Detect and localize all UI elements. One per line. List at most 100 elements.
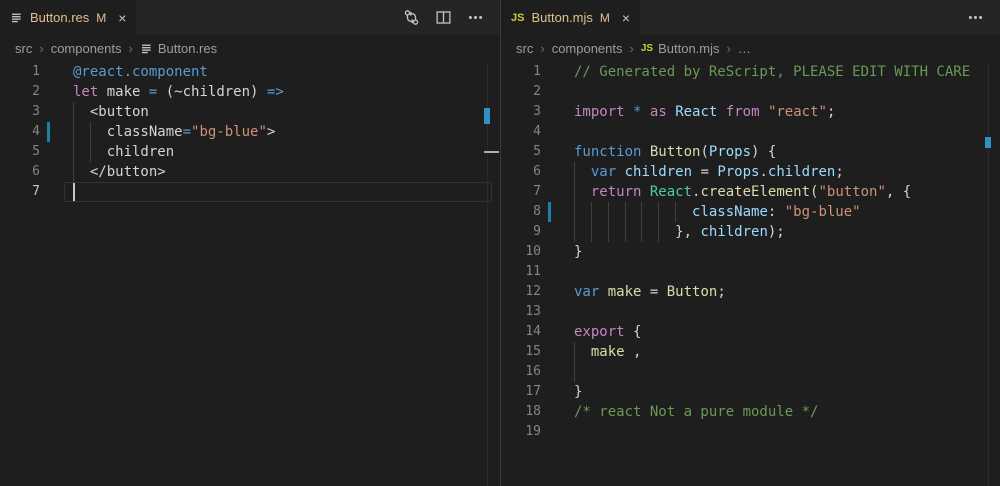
code-line-text[interactable]: import * as React from "react"; — [574, 102, 835, 122]
gutter-marker-slot — [541, 282, 553, 302]
code-line-text[interactable]: var make = Button; — [574, 282, 726, 302]
line-number[interactable]: 19 — [501, 422, 541, 442]
line-number[interactable]: 13 — [501, 302, 541, 322]
line-number[interactable]: 3 — [0, 102, 40, 122]
code-line-text[interactable]: <button — [73, 102, 149, 122]
code-line-text[interactable]: function Button(Props) { — [574, 142, 776, 162]
code-line-text[interactable]: } — [574, 242, 582, 262]
code-line-text[interactable]: export { — [574, 322, 641, 342]
line-number[interactable]: 14 — [501, 322, 541, 342]
tab-bar: JSButton.mjsM× — [501, 0, 1000, 35]
code-token: ; — [835, 164, 843, 180]
breadcrumb-item[interactable]: src — [516, 41, 533, 56]
code-token — [574, 164, 591, 180]
line-number[interactable]: 4 — [501, 122, 541, 142]
line-number[interactable]: 15 — [501, 342, 541, 362]
more-actions-icon[interactable] — [467, 9, 484, 26]
line-number[interactable]: 5 — [501, 142, 541, 162]
gutter-marker-slot — [40, 102, 52, 122]
code-token: children — [625, 164, 692, 180]
code-line-text[interactable]: return React.createElement("button", { — [574, 182, 911, 202]
code-token: > — [267, 124, 275, 140]
overview-ruler-modified-marker — [484, 108, 490, 124]
code-line-text[interactable]: // Generated by ReScript, PLEASE EDIT WI… — [574, 62, 970, 82]
line-number[interactable]: 12 — [501, 282, 541, 302]
breadcrumb-separator-icon: › — [39, 41, 43, 56]
close-icon[interactable]: × — [118, 11, 126, 25]
modified-line-marker — [548, 202, 551, 222]
code-line-text[interactable]: children — [73, 142, 174, 162]
modified-badge: M — [600, 11, 610, 25]
code-line-text[interactable]: let make = (~children) => — [73, 82, 284, 102]
breadcrumb-item[interactable]: components — [51, 41, 122, 56]
breadcrumb: src›components›JSButton.mjs›… — [501, 35, 1000, 62]
code-line-text[interactable]: </button> — [73, 162, 166, 182]
line-number[interactable]: 7 — [501, 182, 541, 202]
breadcrumb-item[interactable]: Button.res — [140, 41, 217, 56]
indent-guide-icon — [641, 222, 642, 242]
breadcrumb-item[interactable]: src — [15, 41, 32, 56]
code-line-text[interactable]: className: "bg-blue" — [574, 202, 861, 222]
gutter-marker-slot — [40, 142, 52, 162]
breadcrumb-separator-icon: › — [727, 41, 731, 56]
line-number[interactable]: 1 — [0, 62, 40, 82]
line-number[interactable]: 18 — [501, 402, 541, 422]
editor-tab[interactable]: Button.resM× — [0, 0, 136, 35]
line-number[interactable]: 2 — [0, 82, 40, 102]
line-number[interactable]: 9 — [501, 222, 541, 242]
indent-guide-icon — [90, 142, 91, 162]
code-line-text[interactable]: } — [574, 382, 582, 402]
code-line: 2 let make = (~children) => — [0, 82, 500, 102]
line-number[interactable]: 6 — [0, 162, 40, 182]
close-icon[interactable]: × — [622, 11, 630, 25]
code-line-text[interactable]: var children = Props.children; — [574, 162, 844, 182]
line-number[interactable]: 11 — [501, 262, 541, 282]
line-number[interactable]: 6 — [501, 162, 541, 182]
code-line: 2 — [501, 82, 1000, 102]
overview-ruler[interactable] — [487, 62, 488, 486]
line-number[interactable]: 10 — [501, 242, 541, 262]
code-token: make — [591, 344, 625, 360]
line-number[interactable]: 5 — [0, 142, 40, 162]
breadcrumb-item[interactable]: … — [738, 41, 751, 56]
line-number[interactable]: 4 — [0, 122, 40, 142]
breadcrumb-item[interactable]: components — [552, 41, 623, 56]
overview-ruler[interactable] — [988, 62, 989, 486]
code-line: 12 var make = Button; — [501, 282, 1000, 302]
code-token: ) { — [751, 144, 776, 160]
open-changes-icon[interactable] — [403, 9, 420, 26]
indent-guide-icon — [574, 162, 575, 182]
indent-guide-icon — [574, 202, 575, 222]
code-token — [717, 104, 725, 120]
code-token: = — [692, 164, 717, 180]
code-line: 9 }, children); — [501, 222, 1000, 242]
gutter-marker-slot — [40, 122, 52, 142]
line-number[interactable]: 1 — [501, 62, 541, 82]
code-token: ; — [717, 284, 725, 300]
tab-bar: Button.resM× — [0, 0, 500, 35]
line-number[interactable]: 3 — [501, 102, 541, 122]
line-number[interactable]: 7 — [0, 182, 40, 202]
code-line-text[interactable]: @react.component — [73, 62, 208, 82]
code-token: createElement — [700, 184, 810, 200]
gutter-marker-slot — [541, 142, 553, 162]
breadcrumb-item[interactable]: JSButton.mjs — [641, 41, 720, 56]
split-editor-icon[interactable] — [435, 9, 452, 26]
line-number[interactable]: 17 — [501, 382, 541, 402]
code-line-text[interactable]: /* react Not a pure module */ — [574, 402, 818, 422]
code-token: "bg-blue" — [191, 124, 267, 140]
line-number[interactable]: 8 — [501, 202, 541, 222]
code-line-text[interactable]: className="bg-blue"> — [73, 122, 275, 142]
line-number[interactable]: 16 — [501, 362, 541, 382]
code-line-text[interactable]: }, children); — [574, 222, 785, 242]
gutter-marker-slot — [541, 182, 553, 202]
tab-title: Button.mjs — [531, 10, 592, 25]
gutter-marker-slot — [40, 182, 52, 202]
code-line: 5 function Button(Props) { — [501, 142, 1000, 162]
line-number[interactable]: 2 — [501, 82, 541, 102]
code-line-text[interactable]: make , — [574, 342, 641, 362]
more-actions-icon[interactable] — [967, 9, 984, 26]
indent-guide-icon — [625, 222, 626, 242]
code-token: children — [700, 224, 767, 240]
editor-tab[interactable]: JSButton.mjsM× — [501, 0, 640, 35]
